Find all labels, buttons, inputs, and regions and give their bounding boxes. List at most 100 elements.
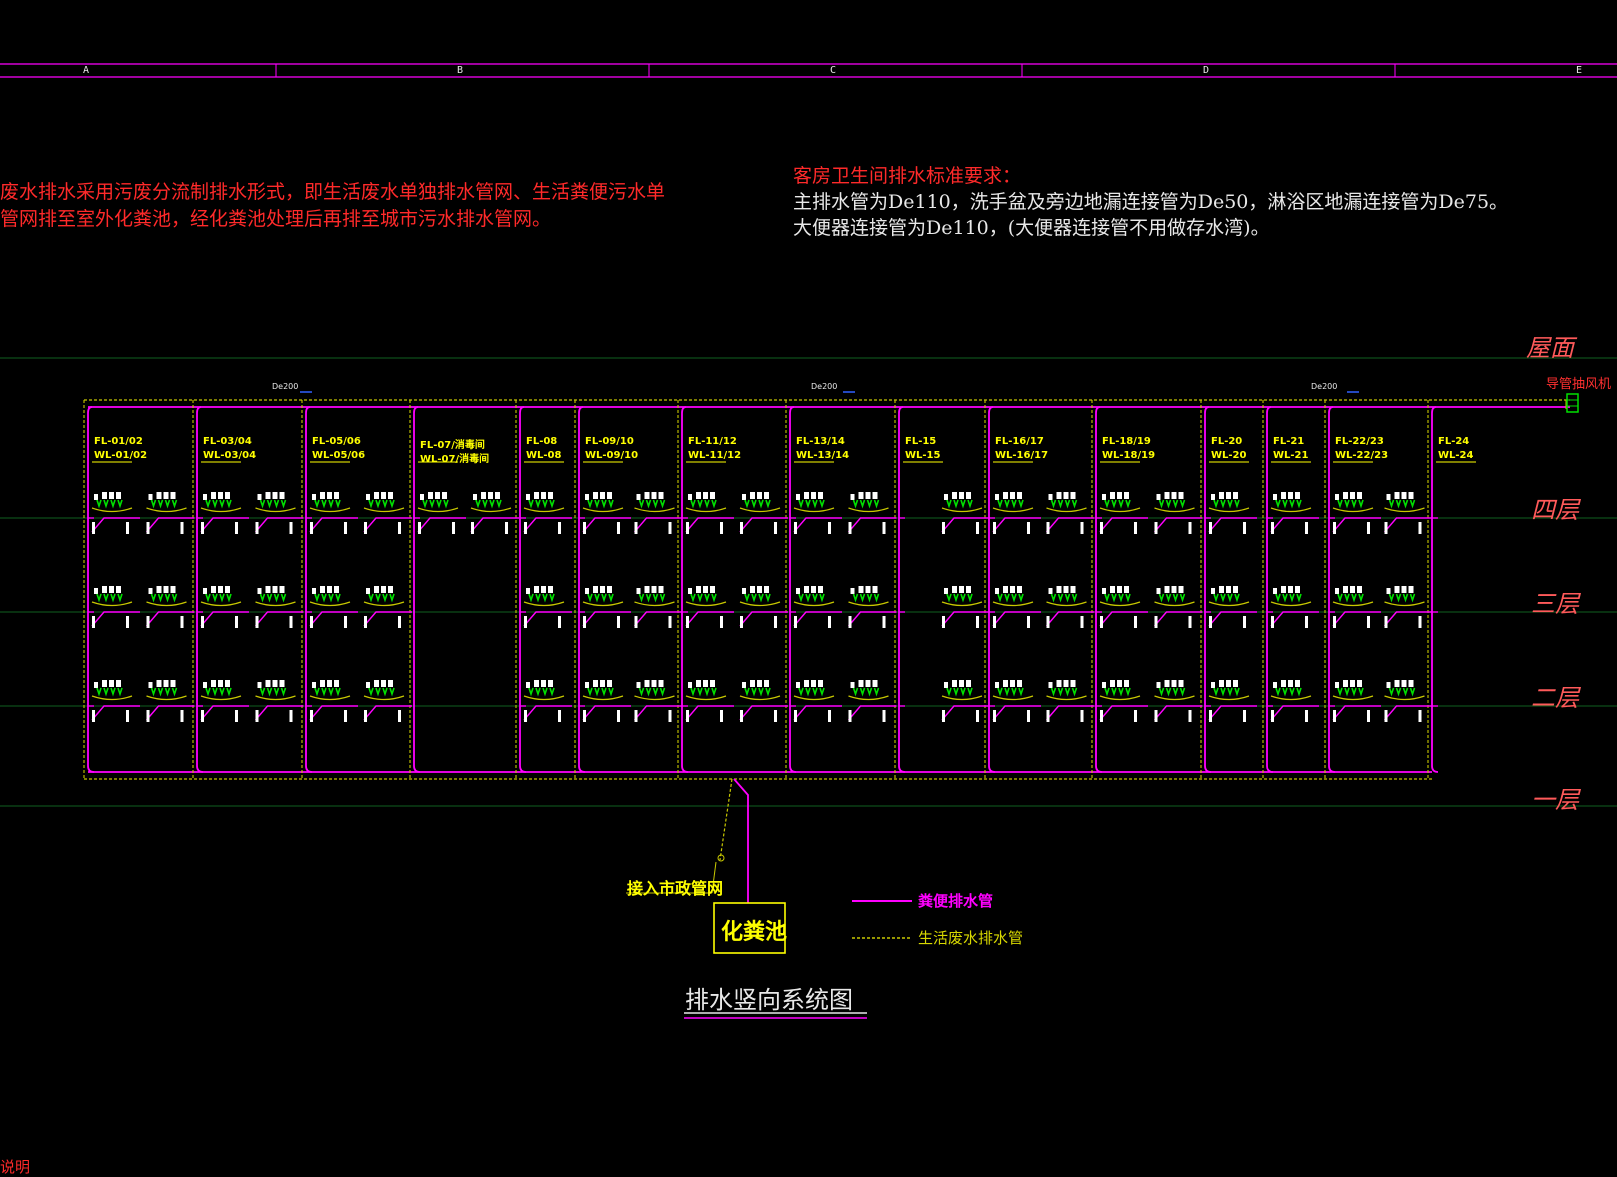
sewage-branch xyxy=(633,611,683,627)
trap-icon xyxy=(1018,499,1024,509)
fixture-symbol xyxy=(811,492,816,499)
fixture-symbol xyxy=(1070,680,1076,687)
fixture-group xyxy=(523,680,572,722)
fixture-group xyxy=(1045,492,1095,534)
sewage-branch xyxy=(200,705,249,721)
branch-pipe-label-mark xyxy=(201,522,204,534)
fixture-symbol xyxy=(156,492,162,499)
trap-icon xyxy=(219,593,225,603)
trap-icon xyxy=(266,687,273,697)
trap-icon xyxy=(375,687,381,697)
trap-icon xyxy=(1395,499,1402,509)
branch-pipe-label-mark xyxy=(1209,522,1212,534)
waste-branch xyxy=(992,601,1034,607)
fixture-symbol xyxy=(865,492,871,499)
trap-icon xyxy=(157,687,164,697)
trap-icon xyxy=(798,499,804,509)
branch-pipe-label-mark xyxy=(1384,710,1388,722)
branch-pipe-label-mark xyxy=(1384,522,1388,534)
branch-pipe-label-mark xyxy=(524,616,527,628)
fixture-symbol xyxy=(1401,680,1407,687)
fixture-symbol xyxy=(334,680,339,687)
fixture-symbol xyxy=(366,588,370,594)
sewage-branch xyxy=(91,611,140,627)
trap-icon xyxy=(765,687,771,697)
trap-icon xyxy=(205,687,211,697)
riser-label-fl: FL-15 xyxy=(905,436,937,447)
note-left-line1: 废水排水采用污废分流制排水形式，即生活废水单独排水管网、生活粪便污水单 xyxy=(0,181,666,203)
fixture-group xyxy=(1208,586,1257,628)
fixture-symbol xyxy=(381,680,386,687)
waste-branch xyxy=(992,507,1034,513)
branch-pipe-label-mark xyxy=(583,522,586,534)
fixture-symbol xyxy=(585,494,589,500)
sewage-branch xyxy=(582,517,631,533)
branch-pipe-label-mark xyxy=(976,616,979,628)
fixture-symbol xyxy=(428,492,433,499)
waste-branch xyxy=(309,507,351,513)
fixture-symbol xyxy=(1124,492,1129,499)
fixture-symbol xyxy=(593,586,598,593)
sewage-branch xyxy=(1270,611,1319,627)
fixture-symbol xyxy=(327,586,332,593)
trap-icon xyxy=(601,687,607,697)
fixture-symbol xyxy=(320,586,325,593)
branch-pipe-label-mark xyxy=(235,710,238,722)
fixture-symbol xyxy=(1357,586,1362,593)
fixture-symbol xyxy=(1056,680,1062,687)
trap-icon xyxy=(1213,499,1219,509)
sewage-branch xyxy=(582,611,631,627)
septic-tank-label: 化粪池 xyxy=(721,920,788,945)
trap-icon xyxy=(608,687,614,697)
fixture-symbol xyxy=(1335,588,1339,594)
fixture-group xyxy=(685,586,734,628)
fixture-symbol xyxy=(388,492,393,499)
fixture-symbol xyxy=(257,682,262,688)
fixture-groups xyxy=(91,492,1433,722)
trap-icon xyxy=(1358,593,1364,603)
trap-icon xyxy=(1118,499,1124,509)
fixture-symbol xyxy=(1386,682,1391,688)
fixture-symbol xyxy=(1394,680,1400,687)
trap-icon xyxy=(711,499,717,509)
fixture-symbol xyxy=(203,682,207,688)
branch-pipe-label-mark xyxy=(1418,710,1422,722)
trap-icon xyxy=(659,499,666,509)
fixture-group xyxy=(847,680,897,722)
trap-icon xyxy=(164,499,171,509)
fixture-group xyxy=(633,492,683,534)
fixture-group xyxy=(992,680,1041,722)
trap-icon xyxy=(164,593,171,603)
fixture-symbol xyxy=(312,588,316,594)
branch-pipe-label-mark xyxy=(1305,616,1308,628)
waste-branch xyxy=(1154,695,1195,701)
sewage-branch xyxy=(254,517,304,533)
fixture-group xyxy=(1099,492,1148,534)
fixture-symbol xyxy=(858,492,864,499)
riser-label-fl: FL-01/02 xyxy=(94,436,143,447)
branch-pipe-label-mark xyxy=(828,616,831,628)
pipe-size-label: De200 xyxy=(1311,382,1338,391)
waste-branch xyxy=(1099,507,1141,513)
fixture-symbol xyxy=(170,492,176,499)
trap-icon xyxy=(1213,593,1219,603)
fixture-symbol xyxy=(102,680,107,687)
sewage-branch xyxy=(1099,705,1148,721)
fixture-symbol xyxy=(644,680,650,687)
waste-branch xyxy=(848,601,889,607)
fixture-symbol xyxy=(1124,680,1129,687)
fixture-symbol xyxy=(1343,680,1348,687)
fixture-symbol xyxy=(1288,586,1293,593)
fixture-symbol xyxy=(163,586,169,593)
sewage-branch xyxy=(793,517,842,533)
sewage-branch xyxy=(200,517,249,533)
waste-branch xyxy=(941,601,983,607)
trap-icon xyxy=(1050,593,1057,603)
branch-pipe-label-mark xyxy=(235,616,238,628)
fixture-symbol xyxy=(944,494,948,500)
fixture-symbol xyxy=(593,492,598,499)
waste-branch xyxy=(1332,695,1374,701)
branch-pipe-label-mark xyxy=(794,616,797,628)
fixture-group xyxy=(1383,680,1433,722)
branch-pipe-label-mark xyxy=(1134,616,1137,628)
